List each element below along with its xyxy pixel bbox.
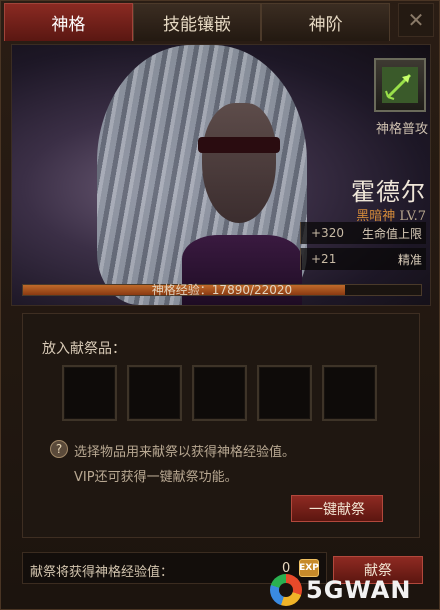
skill-label: 神格普攻 bbox=[375, 122, 428, 137]
stat-label: 精准 bbox=[397, 252, 422, 267]
tab-skill-inlay[interactable]: 技能镶嵌 bbox=[132, 3, 262, 41]
offer-label: 放入献祭品： bbox=[42, 341, 126, 357]
hint-text-2: VIP还可获得一键献祭功能。 bbox=[74, 470, 238, 485]
sacrifice-slot[interactable] bbox=[62, 365, 117, 421]
tab-divinity[interactable]: 神格 bbox=[4, 3, 133, 41]
sacrifice-slot[interactable] bbox=[257, 365, 312, 421]
help-icon[interactable]: ? bbox=[50, 440, 68, 458]
stat-row-hp: +320 生命值上限 bbox=[300, 222, 426, 244]
hero-name: 霍德尔 bbox=[351, 178, 426, 206]
arrow-icon bbox=[382, 67, 418, 103]
tab-bar: 神格 技能镶嵌 神阶 bbox=[4, 3, 391, 41]
portrait-face bbox=[202, 103, 276, 223]
watermark-logo-icon bbox=[270, 574, 302, 606]
watermark-text: 5GWAN bbox=[306, 576, 412, 604]
tab-god-rank[interactable]: 神阶 bbox=[261, 3, 391, 41]
hint-text-1: 选择物品用来献祭以获得神格经验值。 bbox=[74, 445, 296, 460]
stat-label: 生命值上限 bbox=[361, 226, 422, 241]
reward-label: 献祭将获得神格经验值： bbox=[30, 565, 174, 580]
stat-value: +320 bbox=[311, 226, 344, 240]
portrait-blindfold bbox=[198, 137, 280, 153]
sacrifice-slots bbox=[62, 365, 377, 421]
stat-row-accuracy: +21 精准 bbox=[300, 248, 426, 270]
sacrifice-slot[interactable] bbox=[192, 365, 247, 421]
stat-value: +21 bbox=[311, 252, 337, 266]
close-button[interactable]: ✕ bbox=[398, 3, 434, 37]
site-watermark: 5GWAN bbox=[270, 570, 440, 610]
sacrifice-slot[interactable] bbox=[127, 365, 182, 421]
one-click-sacrifice-button[interactable]: 一键献祭 bbox=[291, 495, 383, 522]
xp-text: 神格经验：17890/22020 bbox=[151, 283, 293, 297]
sacrifice-slot[interactable] bbox=[322, 365, 377, 421]
arrow-skill-icon[interactable] bbox=[374, 58, 426, 112]
